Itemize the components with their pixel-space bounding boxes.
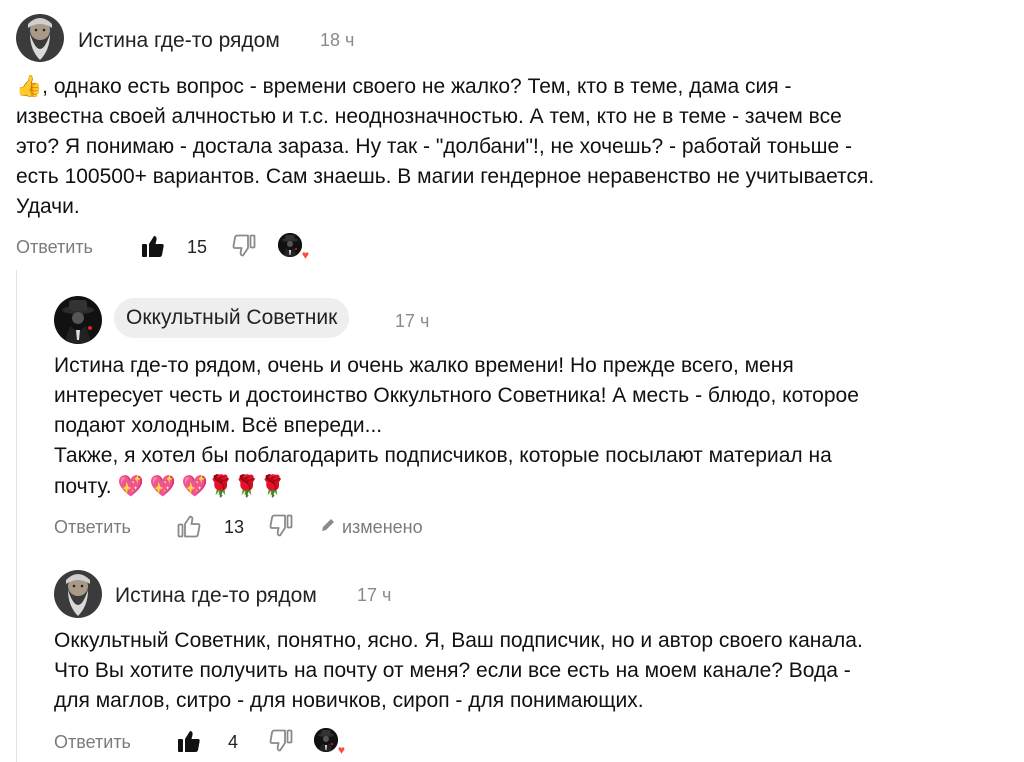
- author-name[interactable]: Оккультный Советник: [114, 298, 350, 338]
- comment-text: Истина где-то рядом, очень и очень жалко…: [54, 351, 1014, 502]
- like-count: 4: [228, 732, 239, 752]
- avatar[interactable]: [54, 570, 102, 618]
- comment-text: Оккультный Советник, понятно, ясно. Я, В…: [54, 626, 1014, 716]
- comment-time: 17 ч: [395, 311, 430, 331]
- thumbs-up-icon: [176, 728, 202, 754]
- comment-line: подают холодным. Всё впереди...: [54, 414, 383, 437]
- comment-actions: Ответить 4 ♥: [54, 728, 474, 758]
- reply-button[interactable]: Ответить: [54, 517, 131, 538]
- comment-line: Удачи.: [16, 195, 80, 218]
- comment-line: , однако есть вопрос - времени своего не…: [42, 75, 792, 98]
- comment-actions: Ответить 13 изменено: [54, 513, 474, 543]
- author-heart-reaction[interactable]: ♥: [278, 233, 309, 262]
- thumbs-down-icon: [231, 233, 257, 259]
- thumbs-down-icon: [268, 513, 294, 539]
- comment-actions: Ответить 15 ♥: [16, 233, 416, 263]
- comment-line: Что Вы хотите получить на почту от меня?…: [54, 659, 851, 682]
- rose-emoji: 🌹: [207, 474, 234, 498]
- author-name[interactable]: Истина где-то рядом: [115, 584, 317, 608]
- author-heart-reaction[interactable]: ♥: [314, 728, 345, 757]
- reply-button[interactable]: Ответить: [16, 237, 93, 258]
- dislike-button[interactable]: [268, 728, 294, 754]
- heart-reaction-icon: ♥: [301, 248, 309, 262]
- comment-time: 17 ч: [357, 585, 392, 605]
- comment-line: Оккультный Советник, понятно, ясно. Я, В…: [54, 629, 863, 652]
- comment-line: Также, я хотел бы поблагодарить подписчи…: [54, 444, 832, 467]
- rose-emoji: 🌹: [259, 474, 287, 498]
- author-name[interactable]: Истина где-то рядом: [78, 29, 280, 53]
- sparkling-heart-emoji: 💖: [117, 474, 144, 498]
- dislike-button[interactable]: [231, 233, 257, 259]
- like-button[interactable]: [176, 728, 202, 754]
- sparkling-heart-emoji: 💖: [181, 474, 208, 498]
- comment-line: Истина где-то рядом, очень и очень жалко…: [54, 354, 794, 377]
- sparkling-heart-emoji: 💖: [149, 474, 176, 498]
- thumbs-up-emoji: 👍: [16, 74, 43, 98]
- reply-button[interactable]: Ответить: [54, 732, 131, 753]
- author-avatar-mini: [278, 233, 302, 257]
- rose-emoji: 🌹: [233, 474, 260, 498]
- thumbs-up-icon: [140, 233, 166, 259]
- avatar[interactable]: [16, 14, 64, 62]
- like-button[interactable]: [176, 513, 202, 539]
- edited-label: изменено: [342, 517, 423, 537]
- comment-line: почту.: [54, 475, 118, 498]
- comment-line: интересует честь и достоинство Оккультно…: [54, 384, 859, 407]
- comment-line: это? Я понимаю - достала зараза. Ну так …: [16, 135, 853, 158]
- like-count: 13: [224, 517, 245, 537]
- pencil-icon: [320, 517, 336, 538]
- comment-line: известна своей алчностью и т.с. неоднозн…: [16, 105, 842, 128]
- comment-line: для маглов, ситро - для новичков, сироп …: [54, 689, 644, 712]
- thumbs-up-icon: [176, 513, 202, 539]
- thread-line: [16, 270, 17, 762]
- dislike-button[interactable]: [268, 513, 294, 539]
- heart-reaction-icon: ♥: [337, 743, 345, 757]
- like-count: 15: [187, 237, 208, 257]
- comment-line: есть 100500+ вариантов. Сам знаешь. В ма…: [16, 165, 875, 188]
- like-button[interactable]: [140, 233, 166, 259]
- avatar[interactable]: [54, 296, 102, 344]
- comment-time: 18 ч: [320, 30, 355, 50]
- edited-indicator: изменено: [320, 517, 423, 538]
- author-avatar-mini: [314, 728, 338, 752]
- thumbs-down-icon: [268, 728, 294, 754]
- comment-text: 👍, однако есть вопрос - времени своего н…: [16, 71, 1006, 222]
